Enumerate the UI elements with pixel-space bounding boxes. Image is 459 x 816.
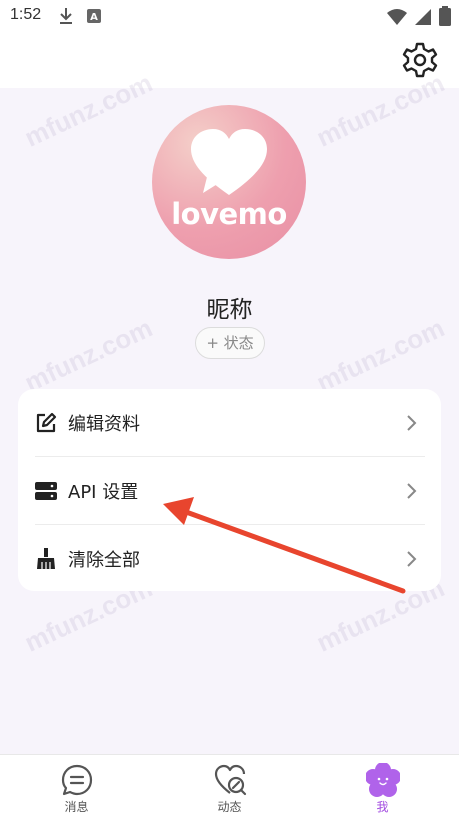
bottom-tab-bar: 消息 动态 我 (0, 754, 459, 816)
a-icon: A (87, 9, 101, 23)
chevron-right-icon (407, 551, 417, 567)
gear-icon (402, 42, 438, 78)
svg-text:A: A (90, 12, 98, 23)
server-icon (35, 482, 57, 500)
tab-label: 消息 (64, 800, 89, 814)
battery-icon (439, 6, 451, 26)
status-right-icons (385, 6, 451, 30)
menu-card: 编辑资料 API 设置 清除全部 (18, 389, 441, 591)
tab-label: 我 (376, 800, 389, 814)
chevron-right-icon (407, 415, 417, 431)
status-bar: 1:52 A (0, 0, 459, 32)
tab-label: 动态 (217, 800, 242, 814)
avatar-logo-text: lovemo (171, 197, 287, 231)
broom-icon (37, 548, 55, 569)
download-icon (60, 8, 72, 24)
menu-item-label: 编辑资料 (68, 414, 140, 435)
menu-item-label: API 设置 (68, 482, 139, 503)
flower-face-icon (366, 763, 400, 797)
tab-messages[interactable]: 消息 (0, 755, 153, 816)
tab-me[interactable]: 我 (306, 755, 459, 816)
clear-all-item[interactable]: 清除全部 (18, 525, 441, 593)
menu-item-label: 清除全部 (68, 550, 140, 571)
signal-icon (414, 9, 431, 25)
nickname[interactable]: 昵称 (0, 290, 459, 324)
settings-button[interactable] (400, 40, 440, 80)
edit-icon (36, 412, 57, 433)
wifi-icon (386, 9, 407, 25)
heart-speech-icon (191, 129, 267, 195)
edit-profile-item[interactable]: 编辑资料 (18, 389, 441, 457)
heart-search-icon (214, 764, 247, 796)
api-settings-item[interactable]: API 设置 (18, 457, 441, 525)
chat-icon (61, 764, 93, 796)
chevron-right-icon (407, 483, 417, 499)
header-bar (0, 32, 459, 88)
tab-moments[interactable]: 动态 (153, 755, 306, 816)
add-status-button[interactable]: + 状态 (195, 327, 265, 359)
avatar[interactable]: lovemo (152, 105, 306, 259)
status-time: 1:52 (10, 6, 42, 23)
